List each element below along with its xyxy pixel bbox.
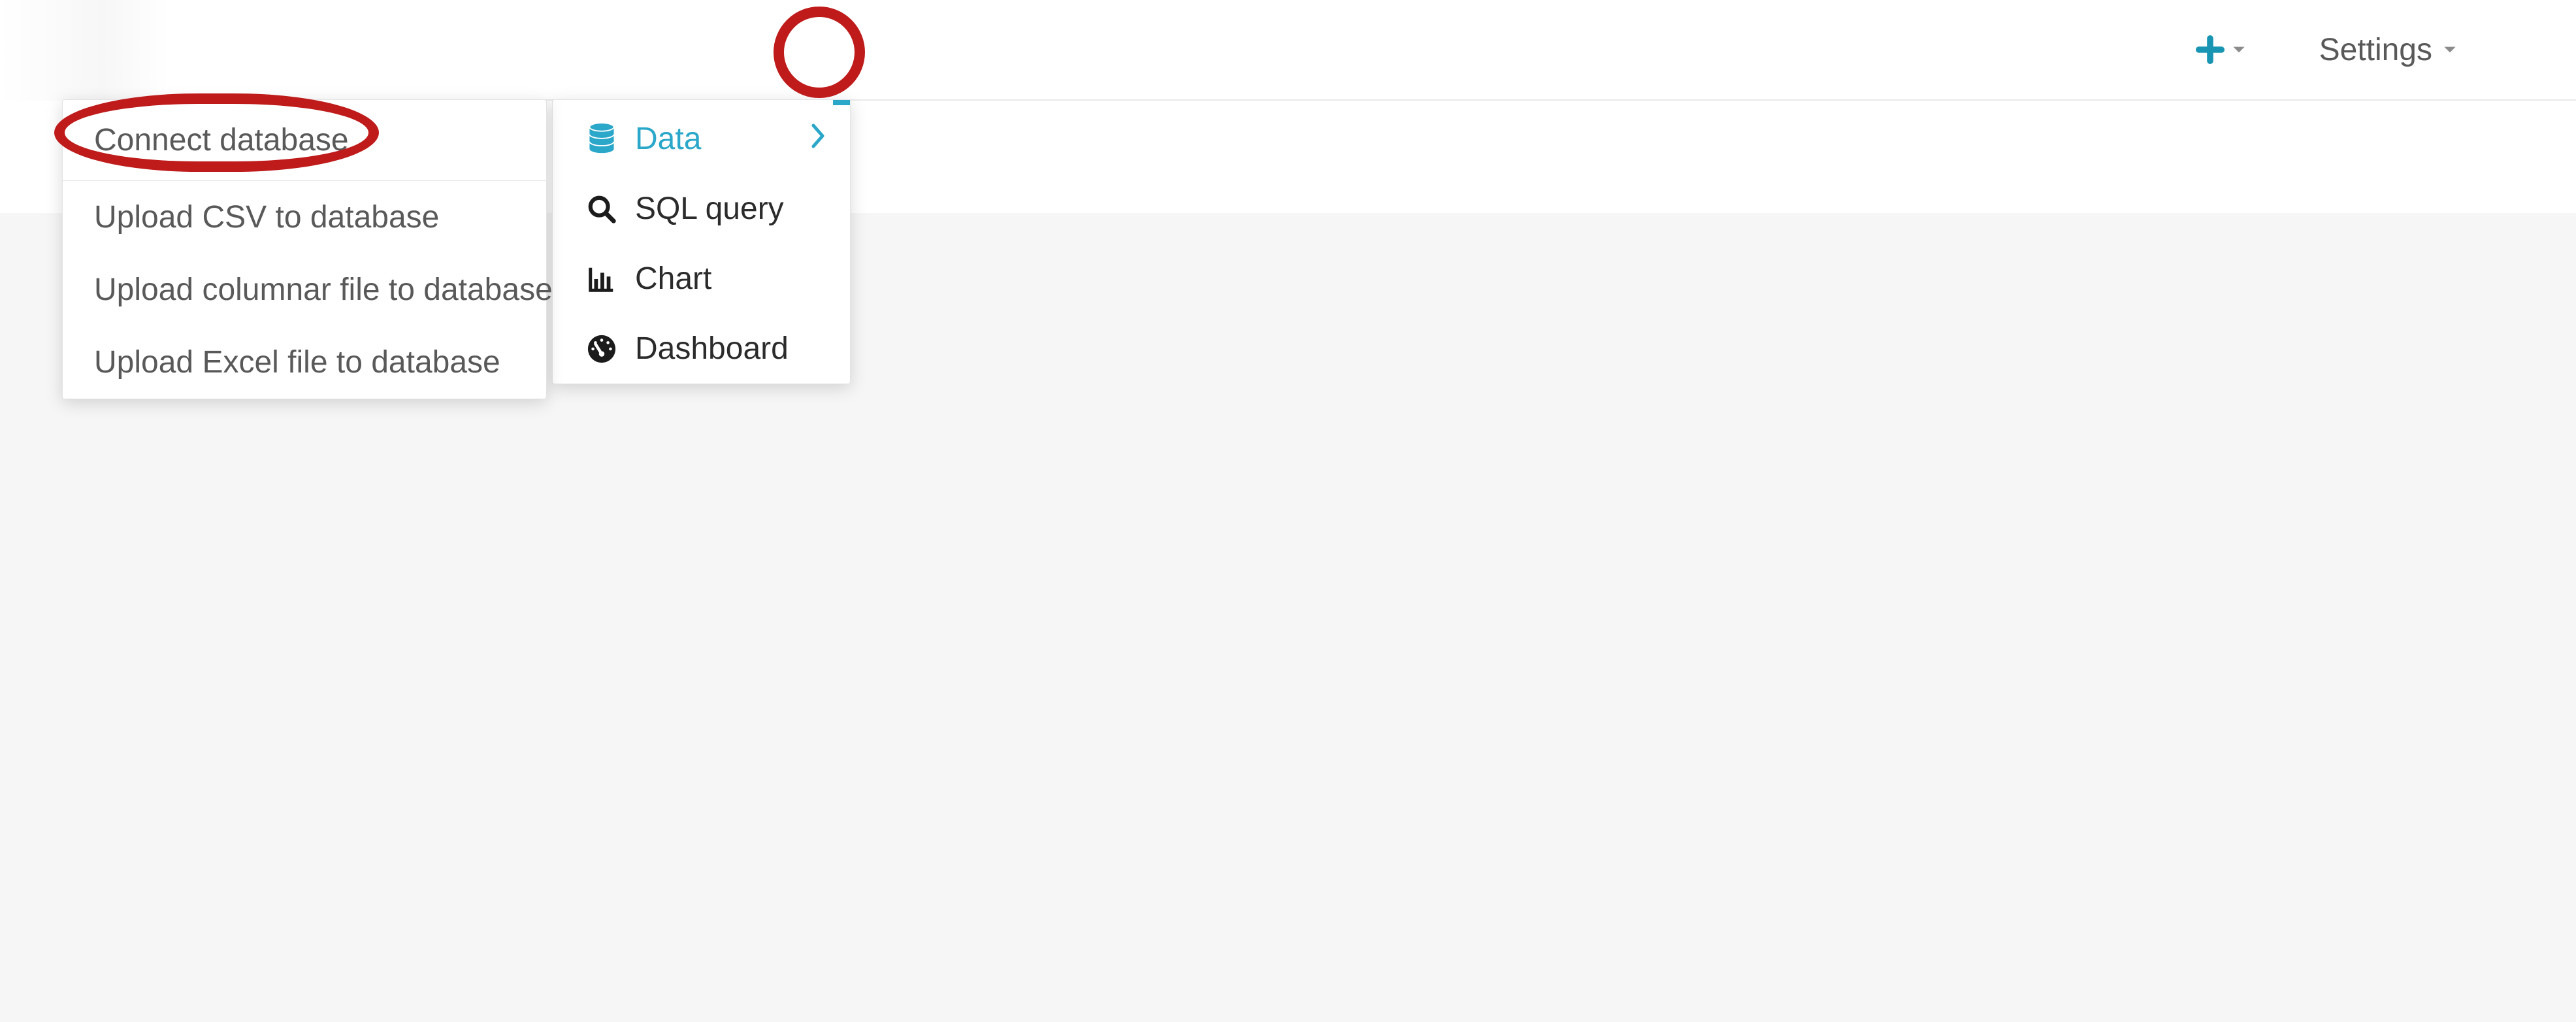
database-icon [587, 124, 617, 154]
menu-item-chart[interactable]: Chart [553, 244, 850, 314]
gauge-icon [587, 334, 617, 364]
menu-item-label: SQL query [635, 191, 825, 227]
caret-down-icon [2230, 41, 2247, 58]
settings-label: Settings [2319, 32, 2432, 68]
menu-item-sql-query[interactable]: SQL query [553, 174, 850, 244]
plus-icon [2195, 35, 2225, 65]
submenu-item-label: Upload columnar file to database [94, 272, 553, 308]
search-icon [587, 194, 617, 224]
menu-item-label: Dashboard [635, 331, 825, 367]
new-button[interactable] [2195, 35, 2247, 65]
menu-item-data[interactable]: Data [553, 100, 850, 174]
topbar-left-gradient [0, 0, 170, 101]
submenu-item-upload-columnar[interactable]: Upload columnar file to database [63, 254, 546, 326]
submenu-item-upload-csv[interactable]: Upload CSV to database [63, 181, 546, 254]
caret-down-icon [2441, 41, 2458, 58]
add-menu: Data SQL query Chart [552, 99, 851, 384]
menu-item-label: Chart [635, 261, 825, 297]
submenu-item-label: Connect database [94, 122, 515, 158]
menu-accent-bar [833, 100, 850, 105]
bar-chart-icon [587, 264, 617, 294]
settings-button[interactable]: Settings [2319, 32, 2458, 68]
chevron-right-icon [809, 123, 825, 156]
menu-item-dashboard[interactable]: Dashboard [553, 314, 850, 384]
submenu-item-label: Upload Excel file to database [94, 344, 515, 380]
topbar: Settings [0, 0, 2576, 101]
submenu-item-upload-excel[interactable]: Upload Excel file to database [63, 326, 546, 399]
data-submenu: Connect database Upload CSV to database … [62, 99, 547, 399]
submenu-item-connect-database[interactable]: Connect database [63, 100, 546, 180]
menu-item-label: Data [635, 121, 791, 157]
submenu-item-label: Upload CSV to database [94, 199, 515, 235]
